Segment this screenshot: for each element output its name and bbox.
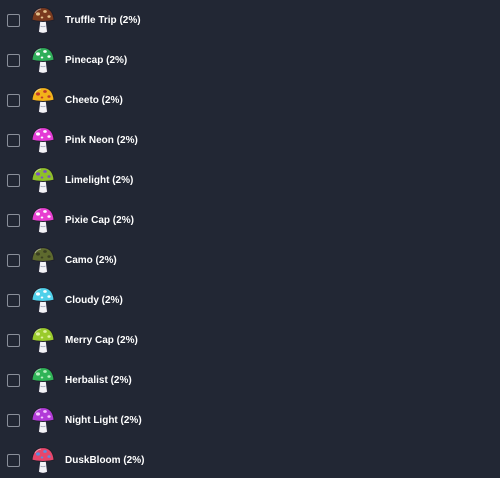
item-checkbox[interactable] xyxy=(7,213,20,227)
item-checkbox[interactable] xyxy=(7,373,20,387)
mushroom-icon xyxy=(30,125,56,155)
list-item: Pixie Cap (2%) xyxy=(0,200,500,240)
item-checkbox[interactable] xyxy=(7,173,20,187)
item-checkbox[interactable] xyxy=(7,413,20,427)
item-checkbox[interactable] xyxy=(7,333,20,347)
mushroom-icon xyxy=(30,45,56,75)
item-label: Pinecap (2%) xyxy=(65,54,128,66)
item-label: Herbalist (2%) xyxy=(65,374,132,386)
mushroom-icon xyxy=(30,405,56,435)
item-label: Merry Cap (2%) xyxy=(65,334,138,346)
item-checkbox[interactable] xyxy=(7,293,20,307)
item-label: Night Light (2%) xyxy=(65,414,142,426)
mushroom-icon xyxy=(30,85,56,115)
item-checkbox[interactable] xyxy=(7,93,20,107)
list-item: Merry Cap (2%) xyxy=(0,320,500,360)
item-label: Truffle Trip (2%) xyxy=(65,14,141,26)
item-label: Camo (2%) xyxy=(65,254,117,266)
item-checkbox[interactable] xyxy=(7,133,20,147)
list-item: Cheeto (2%) xyxy=(0,80,500,120)
item-label: Pink Neon (2%) xyxy=(65,134,138,146)
list-item: Camo (2%) xyxy=(0,240,500,280)
list-item: Pink Neon (2%) xyxy=(0,120,500,160)
spawn-rate-list: Truffle Trip (2%) Pinecap (2%) Cheeto (2… xyxy=(0,0,500,478)
mushroom-icon xyxy=(30,445,56,475)
mushroom-icon xyxy=(30,245,56,275)
list-item: Limelight (2%) xyxy=(0,160,500,200)
item-label: Pixie Cap (2%) xyxy=(65,214,134,226)
list-item: Herbalist (2%) xyxy=(0,360,500,400)
mushroom-icon xyxy=(30,205,56,235)
mushroom-icon xyxy=(30,365,56,395)
item-label: Cheeto (2%) xyxy=(65,94,123,106)
item-checkbox[interactable] xyxy=(7,53,20,67)
mushroom-icon xyxy=(30,5,56,35)
mushroom-icon xyxy=(30,325,56,355)
list-item: Pinecap (2%) xyxy=(0,40,500,80)
list-item: DuskBloom (2%) xyxy=(0,440,500,478)
item-label: Limelight (2%) xyxy=(65,174,134,186)
item-checkbox[interactable] xyxy=(7,13,20,27)
mushroom-icon xyxy=(30,165,56,195)
mushroom-icon xyxy=(30,285,56,315)
list-item: Night Light (2%) xyxy=(0,400,500,440)
list-item: Cloudy (2%) xyxy=(0,280,500,320)
item-label: Cloudy (2%) xyxy=(65,294,123,306)
list-item: Truffle Trip (2%) xyxy=(0,0,500,40)
item-checkbox[interactable] xyxy=(7,253,20,267)
item-label: DuskBloom (2%) xyxy=(65,454,145,466)
item-checkbox[interactable] xyxy=(7,453,20,467)
